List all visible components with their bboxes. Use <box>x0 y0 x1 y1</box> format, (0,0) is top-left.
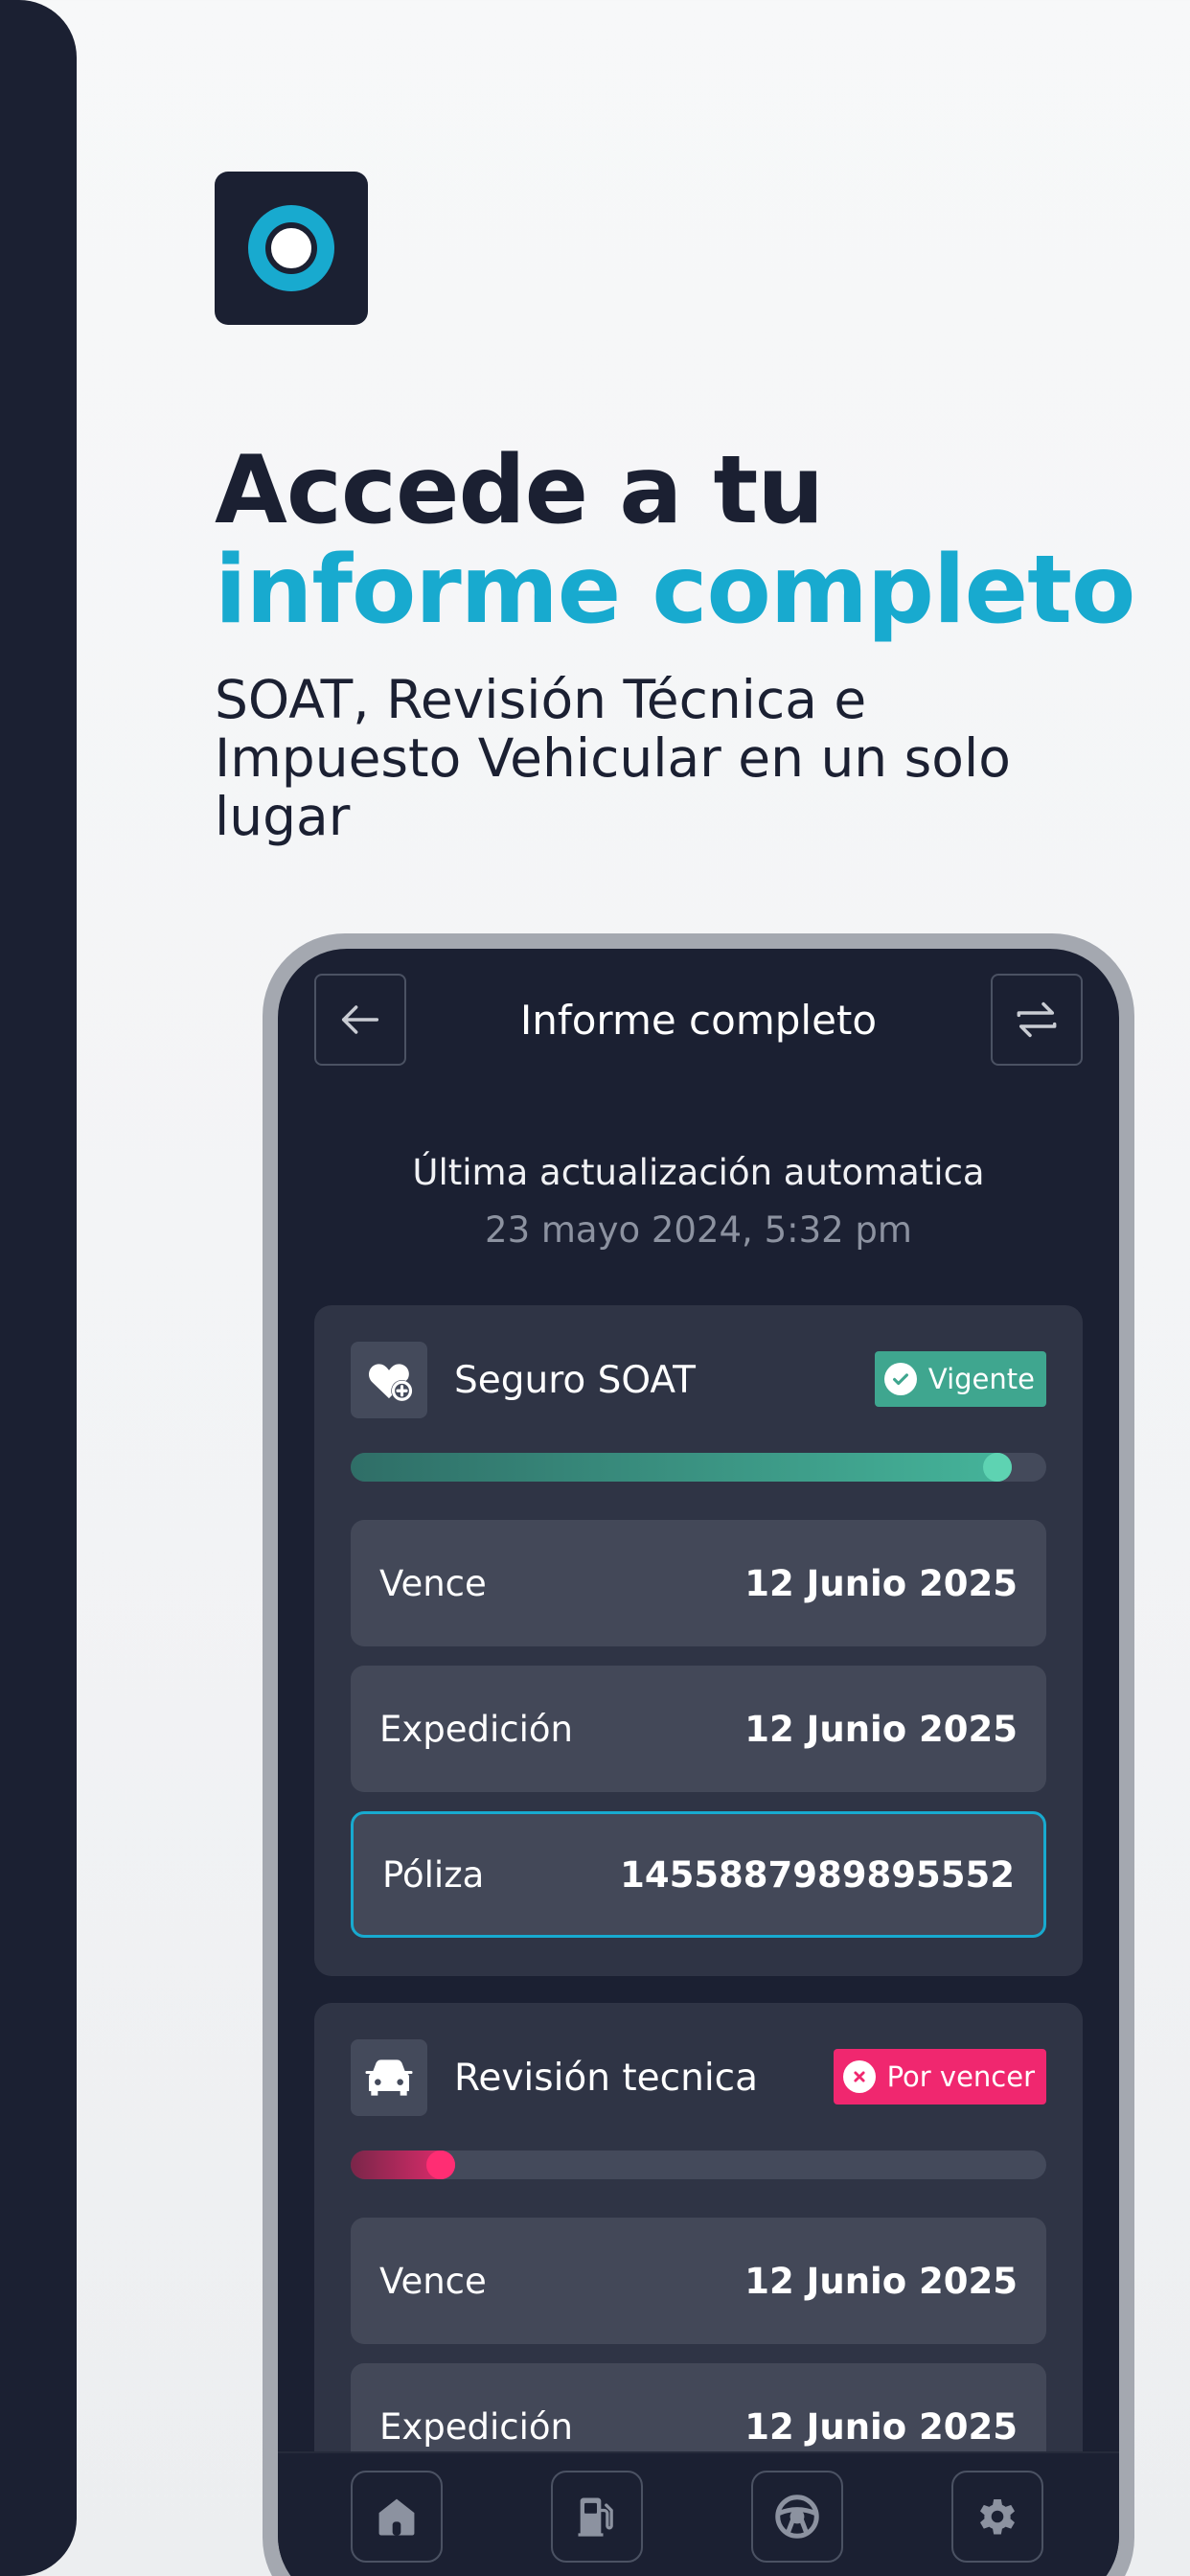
soat-card-title: Seguro SOAT <box>454 1359 696 1402</box>
status-badge-por-vencer: Por vencer <box>833 2049 1046 2104</box>
headline-line2: informe completo <box>215 536 1135 645</box>
row-label: Póliza <box>382 1853 485 1896</box>
car-front-icon <box>365 2059 413 2096</box>
revision-row-vence: Vence 12 Junio 2025 <box>351 2218 1046 2344</box>
soat-row-vence: Vence 12 Junio 2025 <box>351 1520 1046 1646</box>
revision-card-title: Revisión tecnica <box>454 2057 759 2100</box>
swap-button[interactable] <box>991 974 1083 1066</box>
row-value: 1455887989895552 <box>620 1853 1015 1896</box>
app-logo <box>215 172 368 325</box>
nav-tab-vehicle[interactable] <box>751 2471 843 2563</box>
soat-progress-fill <box>351 1453 1012 1482</box>
row-label: Expedición <box>379 2405 574 2448</box>
status-badge-vigente: Vigente <box>874 1351 1046 1407</box>
last-update-label: Última actualización automatica <box>412 1152 985 1193</box>
row-value: 12 Junio 2025 <box>744 2405 1018 2448</box>
soat-progress-bar <box>351 1453 1046 1482</box>
headline: Accede a tu informe completo <box>215 441 1173 640</box>
status-badge-label: Por vencer <box>886 2060 1035 2093</box>
last-update-date: 23 mayo 2024, 5:32 pm <box>485 1209 912 1251</box>
phone-mockup: Informe completo Última actualización au… <box>263 933 1134 2576</box>
status-badge-label: Vigente <box>927 1363 1035 1395</box>
soat-card[interactable]: Seguro SOAT Vigente Vence 12 Junio 2025 … <box>314 1305 1083 1976</box>
gear-icon <box>980 2499 1015 2535</box>
row-label: Vence <box>379 2260 487 2302</box>
steering-wheel-icon <box>775 2495 819 2539</box>
subtitle: SOAT, Revisión Técnica e Impuesto Vehicu… <box>215 669 1011 847</box>
nav-tab-home[interactable] <box>351 2471 443 2563</box>
left-decorative-strip <box>0 0 77 2576</box>
phone-screen: Informe completo Última actualización au… <box>278 949 1119 2576</box>
x-circle-icon <box>842 2060 876 2093</box>
soat-progress-knob <box>982 1453 1012 1482</box>
soat-card-icon <box>351 1342 427 1418</box>
top-bar: Informe completo <box>278 949 1119 1073</box>
row-value: 12 Junio 2025 <box>744 1562 1018 1604</box>
row-label: Vence <box>379 1562 487 1604</box>
row-value: 12 Junio 2025 <box>744 1708 1018 1750</box>
revision-progress-knob <box>425 2150 455 2179</box>
headline-line1: Accede a tu <box>215 436 824 545</box>
nav-tab-fuel[interactable] <box>551 2471 643 2563</box>
row-label: Expedición <box>379 1708 574 1750</box>
revision-card-icon <box>351 2039 427 2116</box>
home-icon <box>378 2498 415 2536</box>
swap-arrows-icon <box>1017 1001 1057 1038</box>
nav-tab-settings[interactable] <box>951 2471 1043 2563</box>
revision-progress-bar <box>351 2150 1046 2179</box>
check-circle-icon <box>883 1363 917 1395</box>
heart-plus-icon <box>369 1364 413 1402</box>
bottom-nav <box>278 2451 1119 2576</box>
soat-row-poliza[interactable]: Póliza 1455887989895552 <box>351 1811 1046 1938</box>
row-value: 12 Junio 2025 <box>744 2260 1018 2302</box>
soat-row-expedicion: Expedición 12 Junio 2025 <box>351 1666 1046 1792</box>
logo-ring-icon <box>248 205 334 291</box>
fuel-pump-icon <box>578 2497 613 2537</box>
